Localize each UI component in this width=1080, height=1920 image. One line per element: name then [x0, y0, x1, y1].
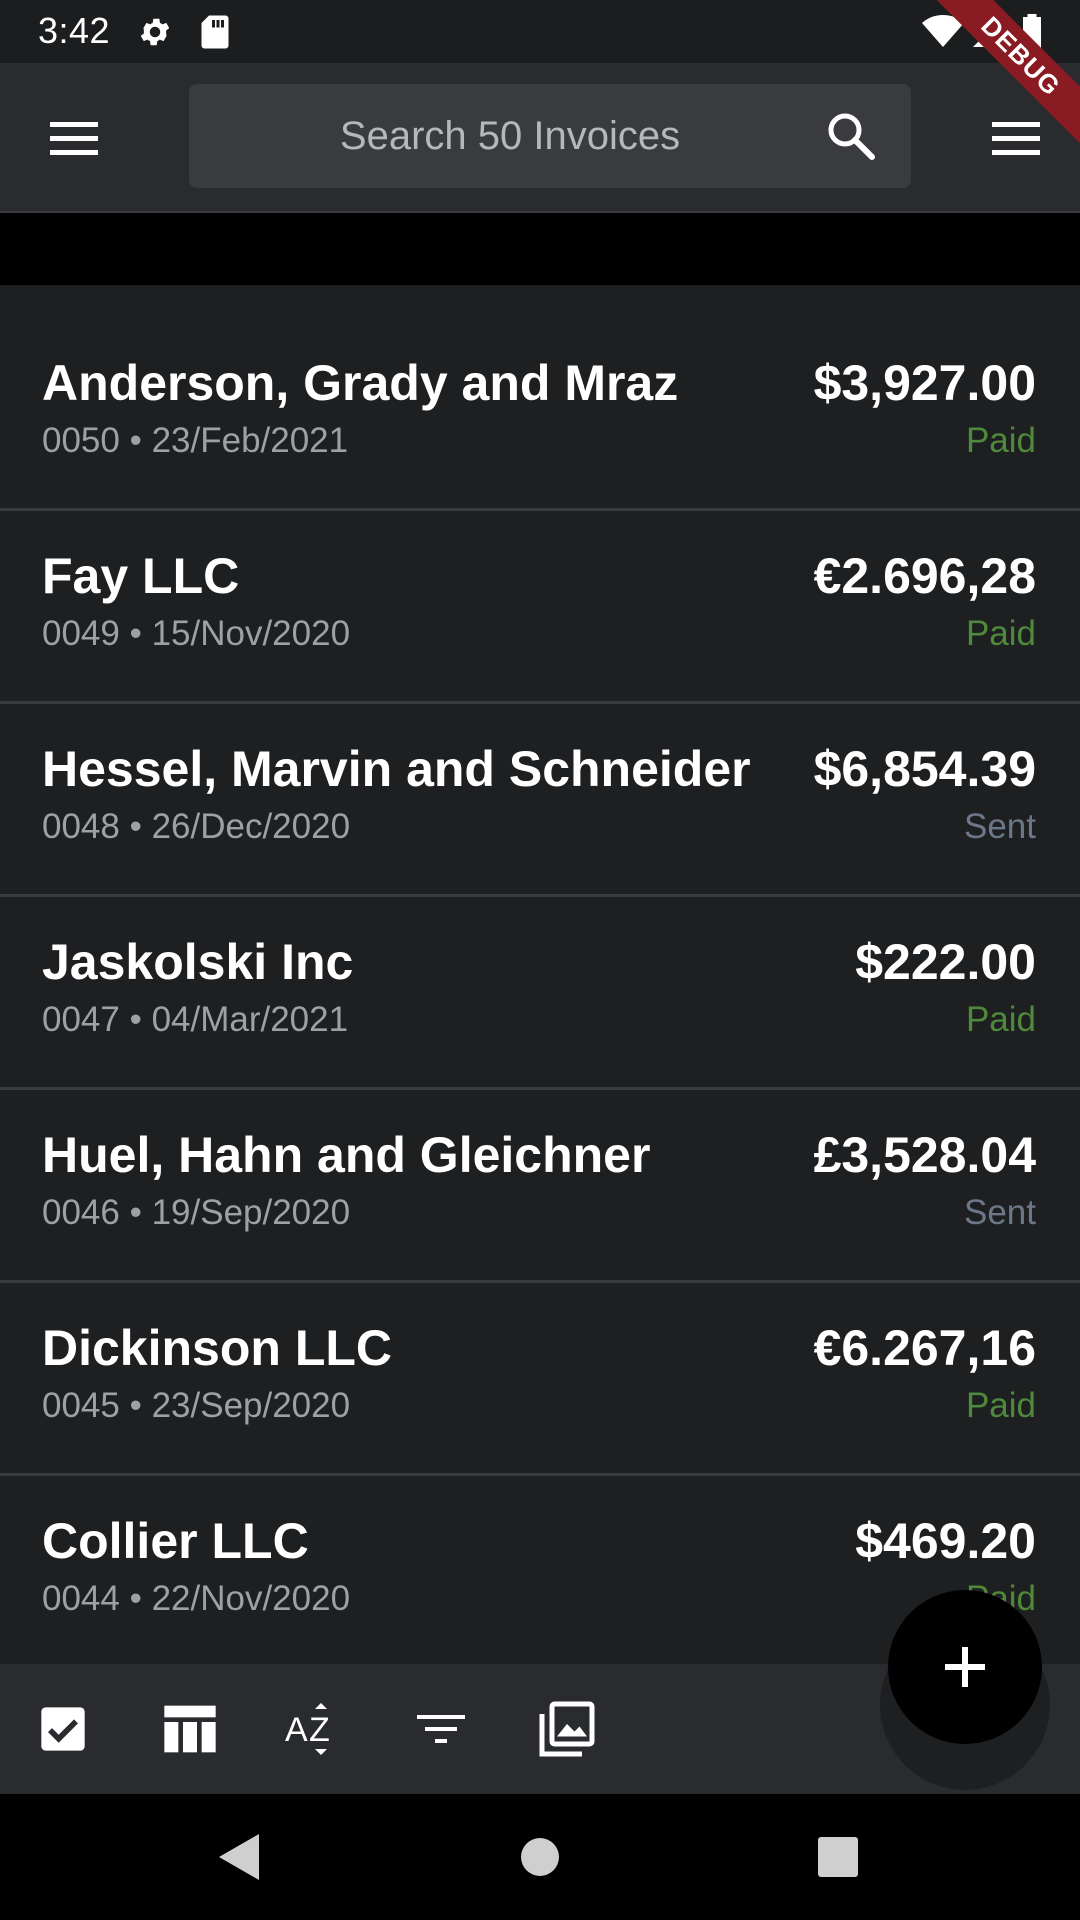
- gear-icon: [140, 18, 170, 46]
- sort-button[interactable]: A Z: [282, 1696, 348, 1762]
- invoice-amount: $6,854.39: [813, 741, 1036, 797]
- multiselect-button[interactable]: [30, 1696, 96, 1762]
- invoice-amount: $469.20: [855, 1513, 1036, 1569]
- invoice-row[interactable]: Hessel, Marvin and Schneider 0048 • 26/De…: [0, 704, 1080, 897]
- search-icon: [828, 113, 875, 160]
- invoice-row[interactable]: Fay LLC 0049 • 15/Nov/2020 €2.696,28 Paid: [0, 511, 1080, 704]
- invoice-number-date: 0049 • 15/Nov/2020: [42, 614, 351, 653]
- invoice-status: Sent: [964, 807, 1036, 846]
- invoice-client-name: Fay LLC: [42, 548, 240, 604]
- invoice-number-date: 0045 • 23/Sep/2020: [42, 1386, 351, 1425]
- invoice-status: Paid: [965, 614, 1036, 653]
- table-columns-icon: [164, 1705, 216, 1753]
- invoice-row[interactable]: Dickinson LLC 0045 • 23/Sep/2020 €6.267,16…: [0, 1283, 1080, 1476]
- hamburger-menu-icon: [50, 122, 98, 155]
- right-menu-button[interactable]: [986, 108, 1046, 168]
- system-nav-bar: [0, 1794, 1080, 1920]
- table-columns-button[interactable]: [157, 1696, 223, 1762]
- back-button[interactable]: [203, 1822, 273, 1892]
- invoice-amount: $222.00: [855, 934, 1036, 990]
- home-button[interactable]: [505, 1822, 575, 1892]
- invoice-client-name: Anderson, Grady and Mraz: [42, 355, 679, 411]
- invoice-number-date: 0050 • 23/Feb/2021: [42, 421, 349, 460]
- invoice-status: Paid: [965, 1000, 1036, 1039]
- invoice-number-date: 0047 • 04/Mar/2021: [42, 1000, 349, 1039]
- add-invoice-button[interactable]: [888, 1590, 1042, 1744]
- svg-text:A: A: [285, 1711, 308, 1749]
- home-circle-icon: [521, 1838, 559, 1876]
- invoice-status: Sent: [964, 1193, 1036, 1232]
- invoices-screen: 3:42 DEBUG Search 50 Invoices Anderson, …: [0, 0, 1080, 1920]
- checkbox-icon: [41, 1707, 85, 1751]
- invoice-list[interactable]: Anderson, Grady and Mraz 0050 • 23/Feb/20…: [0, 285, 1080, 1665]
- invoice-status: Paid: [965, 1386, 1036, 1425]
- invoice-status: Paid: [965, 421, 1036, 460]
- hamburger-menu-icon: [992, 122, 1040, 155]
- search-placeholder: Search 50 Invoices: [339, 113, 681, 158]
- invoice-client-name: Hessel, Marvin and Schneider: [42, 741, 751, 797]
- invoice-number-date: 0048 • 26/Dec/2020: [42, 807, 351, 846]
- invoice-number-date: 0046 • 19/Sep/2020: [42, 1193, 351, 1232]
- sd-card-icon: [201, 15, 229, 49]
- invoice-client-name: Dickinson LLC: [42, 1320, 393, 1376]
- invoice-client-name: Huel, Hahn and Gleichner: [42, 1127, 651, 1183]
- left-menu-button[interactable]: [44, 108, 104, 168]
- gallery-icon: [539, 1701, 595, 1757]
- search-input[interactable]: Search 50 Invoices: [189, 84, 911, 188]
- invoice-number-date: 0044 • 22/Nov/2020: [42, 1579, 351, 1618]
- invoice-amount: £3,528.04: [813, 1127, 1036, 1183]
- gallery-button[interactable]: [534, 1696, 600, 1762]
- invoice-client-name: Jaskolski Inc: [42, 934, 354, 990]
- back-triangle-icon: [219, 1834, 259, 1880]
- invoice-client-name: Collier LLC: [42, 1513, 309, 1569]
- invoice-amount: $3,927.00: [813, 355, 1036, 411]
- invoice-row[interactable]: Jaskolski Inc 0047 • 04/Mar/2021 $222.00 Pa…: [0, 897, 1080, 1090]
- search-button[interactable]: [825, 110, 877, 162]
- recents-button[interactable]: [803, 1822, 873, 1892]
- sort-az-icon: A Z: [285, 1703, 330, 1755]
- invoice-amount: €2.696,28: [813, 548, 1036, 604]
- svg-text:Z: Z: [309, 1711, 330, 1749]
- invoice-amount: €6.267,16: [813, 1320, 1036, 1376]
- status-time: 3:42: [38, 10, 111, 51]
- recents-square-icon: [818, 1837, 858, 1877]
- plus-icon: [945, 1647, 985, 1687]
- status-bar: 3:42: [0, 0, 1080, 63]
- filter-button[interactable]: [408, 1696, 474, 1762]
- header-divider-band: [0, 213, 1080, 285]
- invoice-row[interactable]: Anderson, Grady and Mraz 0050 • 23/Feb/20…: [0, 318, 1080, 511]
- invoice-row[interactable]: Huel, Hahn and Gleichner 0046 • 19/Sep/20…: [0, 1090, 1080, 1283]
- app-bar: Search 50 Invoices: [0, 63, 1080, 213]
- filter-icon: [417, 1715, 465, 1743]
